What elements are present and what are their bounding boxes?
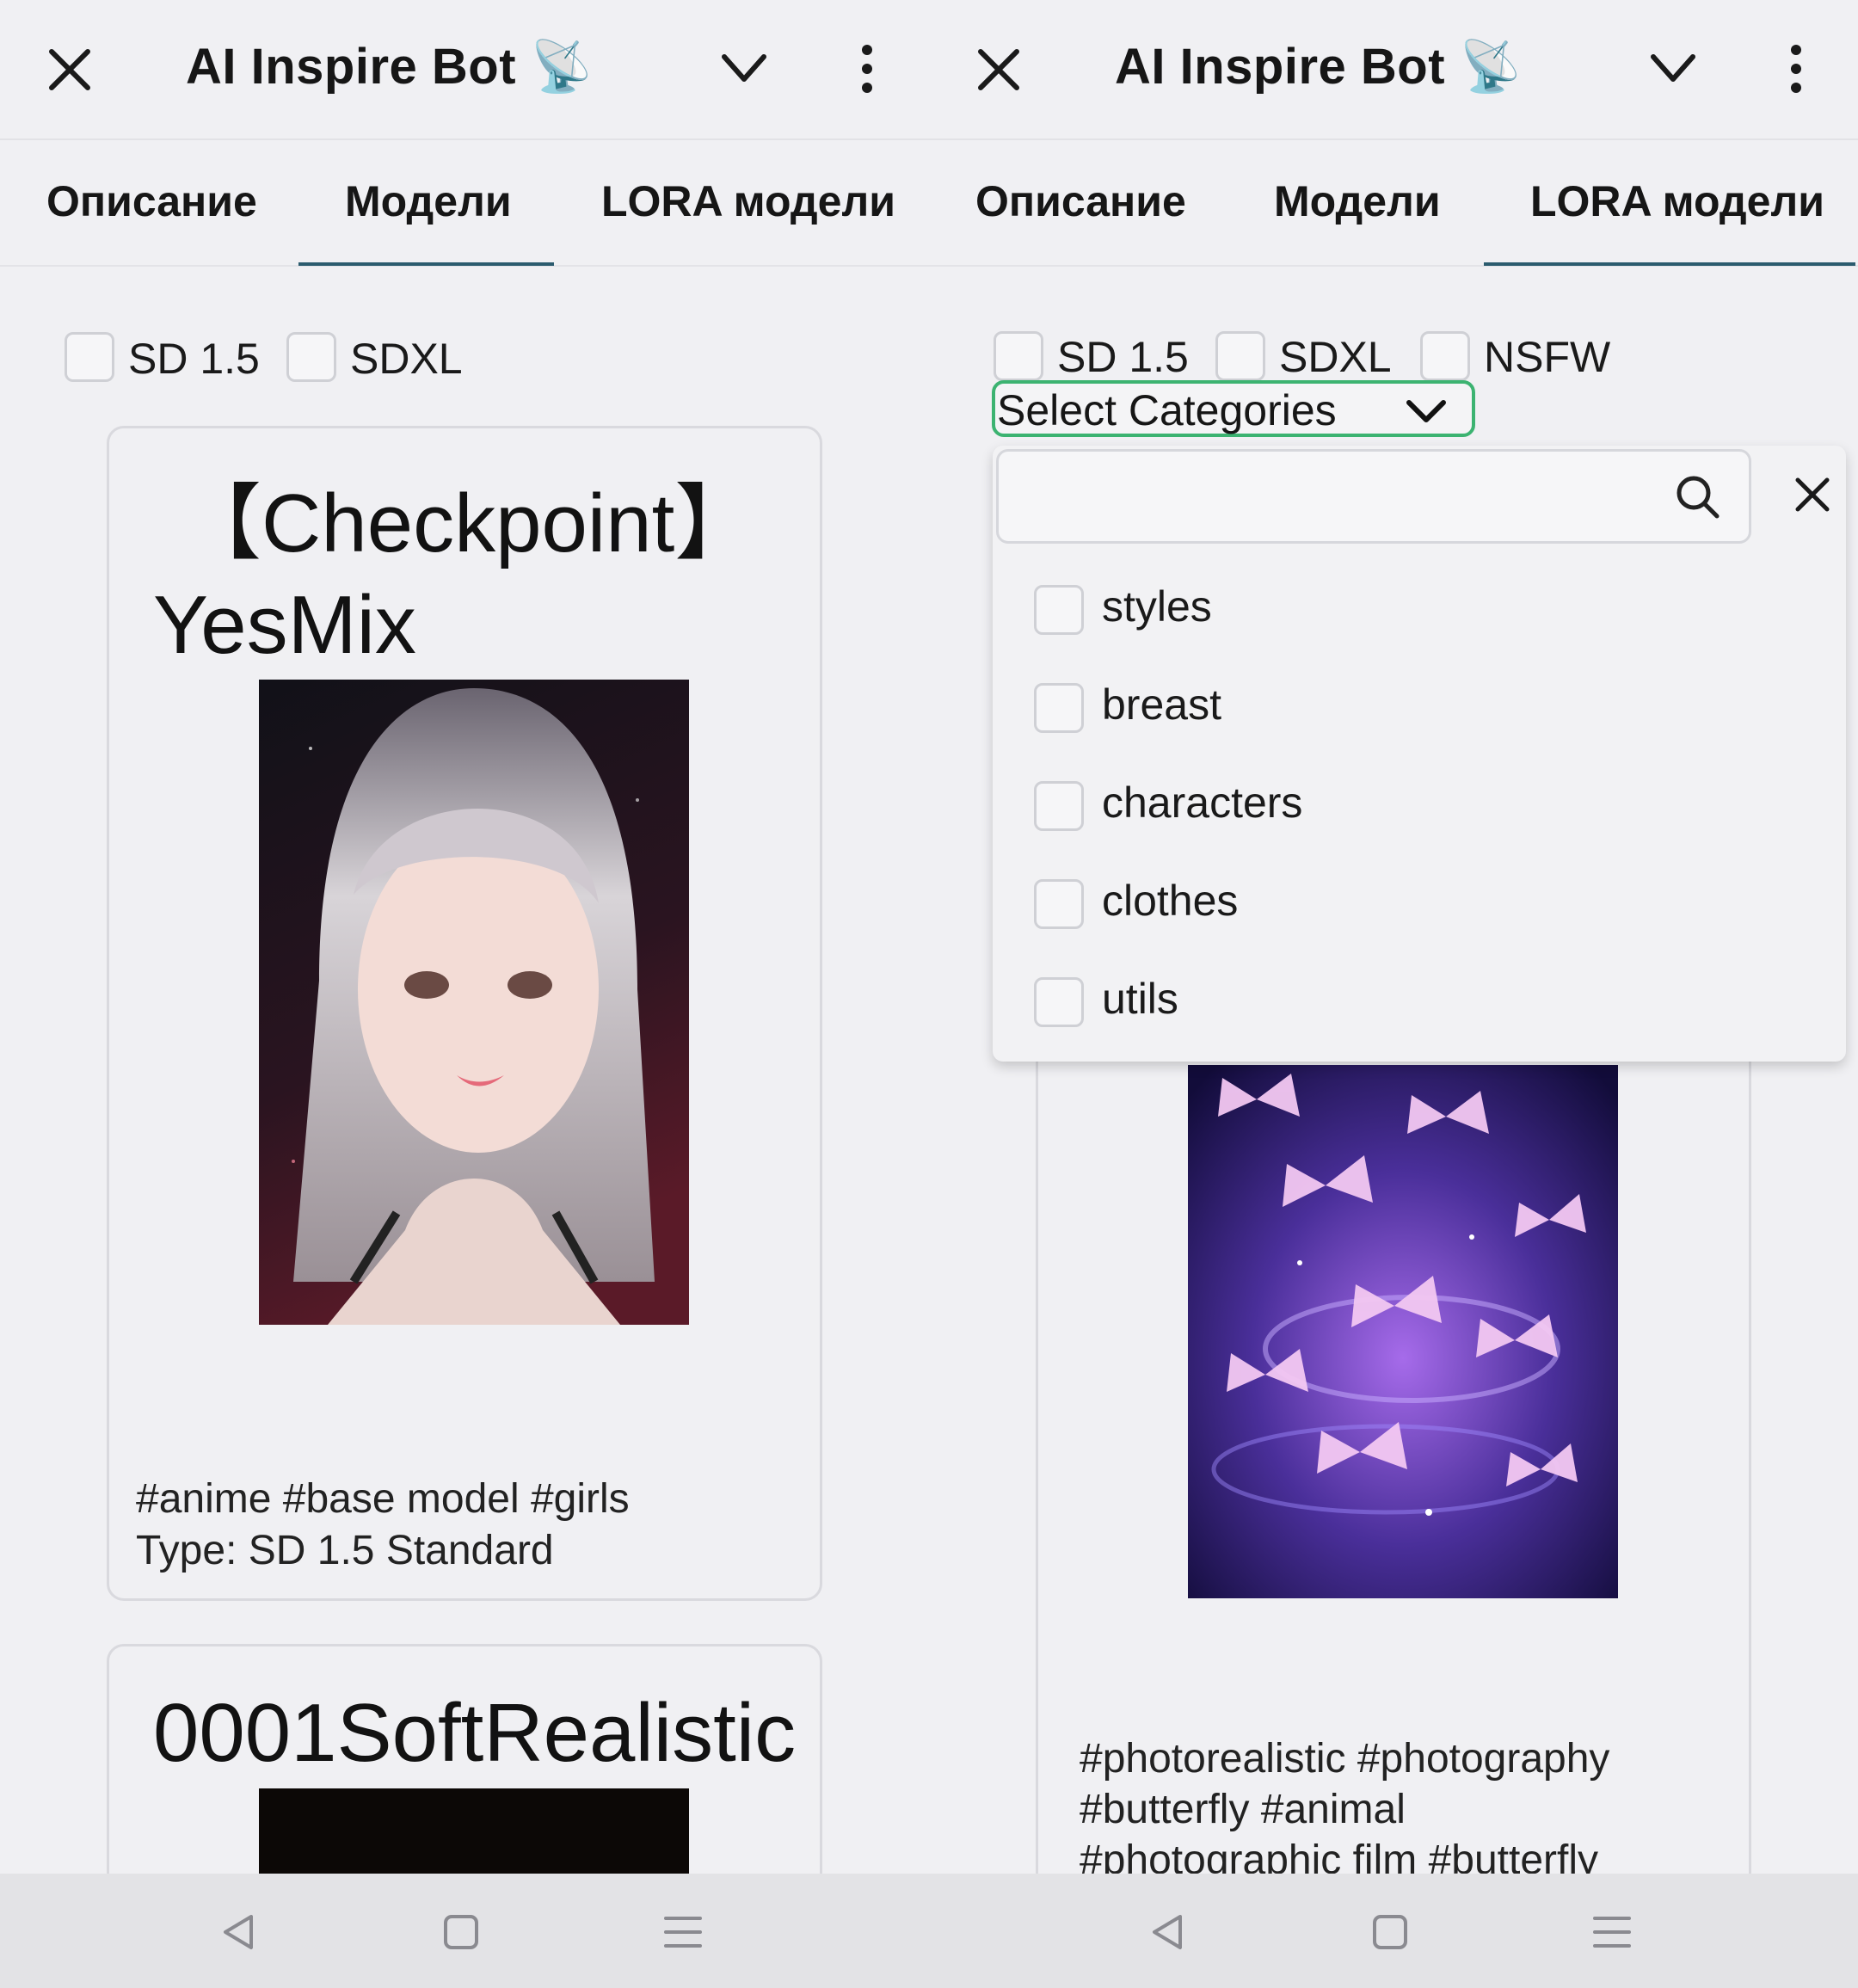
card-title-line2: YesMix bbox=[153, 579, 416, 671]
category-checkbox[interactable] bbox=[1034, 683, 1084, 733]
model-card[interactable]: 0001SoftRealistic bbox=[107, 1644, 822, 1874]
right-screen: AI Inspire Bot 📡 Описание Модели LORA мо… bbox=[929, 0, 1858, 1874]
category-option[interactable]: characters bbox=[993, 767, 1846, 853]
filter-sd15-checkbox[interactable] bbox=[994, 331, 1043, 381]
chevron-down-icon[interactable] bbox=[719, 48, 769, 88]
active-tab-indicator bbox=[298, 262, 554, 266]
app-header: AI Inspire Bot 📡 bbox=[929, 0, 1858, 140]
lora-card-tags-1: #photorealistic #photography bbox=[1080, 1736, 1610, 1782]
model-preview-image[interactable] bbox=[259, 680, 689, 1325]
category-option[interactable]: styles bbox=[993, 571, 1846, 657]
tab-description[interactable]: Описание bbox=[975, 176, 1186, 226]
lora-preview-image[interactable] bbox=[1188, 1065, 1618, 1598]
close-icon[interactable] bbox=[45, 45, 95, 95]
tab-lora-models[interactable]: LORA модели bbox=[601, 176, 895, 226]
app-title: AI Inspire Bot 📡 bbox=[186, 38, 593, 96]
more-vertical-icon[interactable] bbox=[852, 43, 883, 95]
category-label: characters bbox=[1102, 779, 1303, 827]
back-icon[interactable] bbox=[1144, 1908, 1192, 1956]
close-icon[interactable] bbox=[974, 45, 1024, 95]
category-option[interactable]: utils bbox=[993, 963, 1846, 1049]
category-search-input[interactable] bbox=[996, 449, 1751, 544]
select-categories-label: Select Categories bbox=[997, 386, 1337, 434]
tab-bar: Описание Модели LORA модели bbox=[0, 142, 929, 267]
model-preview-image[interactable] bbox=[259, 1788, 689, 1874]
filter-sdxl-checkbox[interactable] bbox=[1215, 331, 1265, 381]
satellite-icon: 📡 bbox=[1459, 39, 1523, 95]
category-checkbox[interactable] bbox=[1034, 781, 1084, 831]
home-icon[interactable] bbox=[1366, 1908, 1414, 1956]
app-title-text: AI Inspire Bot bbox=[186, 39, 517, 95]
tab-description[interactable]: Описание bbox=[46, 176, 257, 226]
filter-sdxl-label: SDXL bbox=[1279, 333, 1392, 381]
card-tags: #anime #base model #girls bbox=[136, 1476, 630, 1522]
category-checkbox[interactable] bbox=[1034, 585, 1084, 635]
filter-sd15-label: SD 1.5 bbox=[1057, 333, 1189, 381]
app-title: AI Inspire Bot 📡 bbox=[1115, 38, 1522, 96]
active-tab-indicator bbox=[1484, 262, 1855, 266]
filter-sd15-label: SD 1.5 bbox=[128, 335, 260, 383]
select-categories-dropdown[interactable]: Select Categories bbox=[992, 380, 1475, 437]
filter-nsfw-label: NSFW bbox=[1484, 333, 1611, 381]
app-title-text: AI Inspire Bot bbox=[1115, 39, 1446, 95]
category-checkbox[interactable] bbox=[1034, 879, 1084, 929]
filter-sdxl-label: SDXL bbox=[350, 335, 463, 383]
filter-nsfw-checkbox[interactable] bbox=[1420, 331, 1470, 381]
recents-icon[interactable] bbox=[659, 1908, 707, 1956]
category-label: styles bbox=[1102, 582, 1212, 631]
category-option[interactable]: breast bbox=[993, 669, 1846, 755]
categories-dropdown-panel: styles breast characters clothes utils bbox=[993, 446, 1846, 1062]
card-title: 【Checkpoint】 bbox=[179, 477, 758, 569]
tab-models[interactable]: Модели bbox=[1274, 176, 1441, 226]
lora-card-tags-2: #butterfly #animal bbox=[1080, 1787, 1406, 1832]
app-header: AI Inspire Bot 📡 bbox=[0, 0, 929, 140]
left-screen: AI Inspire Bot 📡 Описание Модели LORA мо… bbox=[0, 0, 929, 1874]
tab-bar: Описание Модели LORA модели bbox=[929, 142, 1858, 267]
category-checkbox[interactable] bbox=[1034, 977, 1084, 1027]
category-label: clothes bbox=[1102, 877, 1239, 925]
chevron-down-icon[interactable] bbox=[1648, 48, 1698, 88]
lora-card[interactable]: #photorealistic #photography #butterfly … bbox=[1036, 989, 1751, 1874]
home-icon[interactable] bbox=[437, 1908, 485, 1956]
category-label: breast bbox=[1102, 680, 1221, 729]
system-navigation-bar bbox=[0, 1874, 1858, 1988]
recents-icon[interactable] bbox=[1588, 1908, 1636, 1956]
more-vertical-icon[interactable] bbox=[1781, 43, 1812, 95]
card-title: 0001SoftRealistic bbox=[153, 1687, 797, 1779]
clear-search-icon[interactable] bbox=[1793, 475, 1832, 514]
category-label: utils bbox=[1102, 975, 1178, 1023]
satellite-icon: 📡 bbox=[530, 39, 594, 95]
lora-card-tags-3: #photographic film #butterfly bbox=[1080, 1837, 1598, 1874]
search-icon[interactable] bbox=[1674, 473, 1720, 520]
card-type: Type: SD 1.5 Standard bbox=[136, 1528, 554, 1573]
tab-models[interactable]: Модели bbox=[345, 176, 512, 226]
model-card[interactable]: 【Checkpoint】 YesMix #anime #base model #… bbox=[107, 426, 822, 1601]
category-option[interactable]: clothes bbox=[993, 865, 1846, 951]
tab-lora-models[interactable]: LORA модели bbox=[1530, 176, 1824, 226]
filter-sdxl-checkbox[interactable] bbox=[286, 332, 336, 382]
chevron-down-icon bbox=[1406, 400, 1446, 422]
back-icon[interactable] bbox=[215, 1908, 263, 1956]
filter-sd15-checkbox[interactable] bbox=[65, 332, 114, 382]
